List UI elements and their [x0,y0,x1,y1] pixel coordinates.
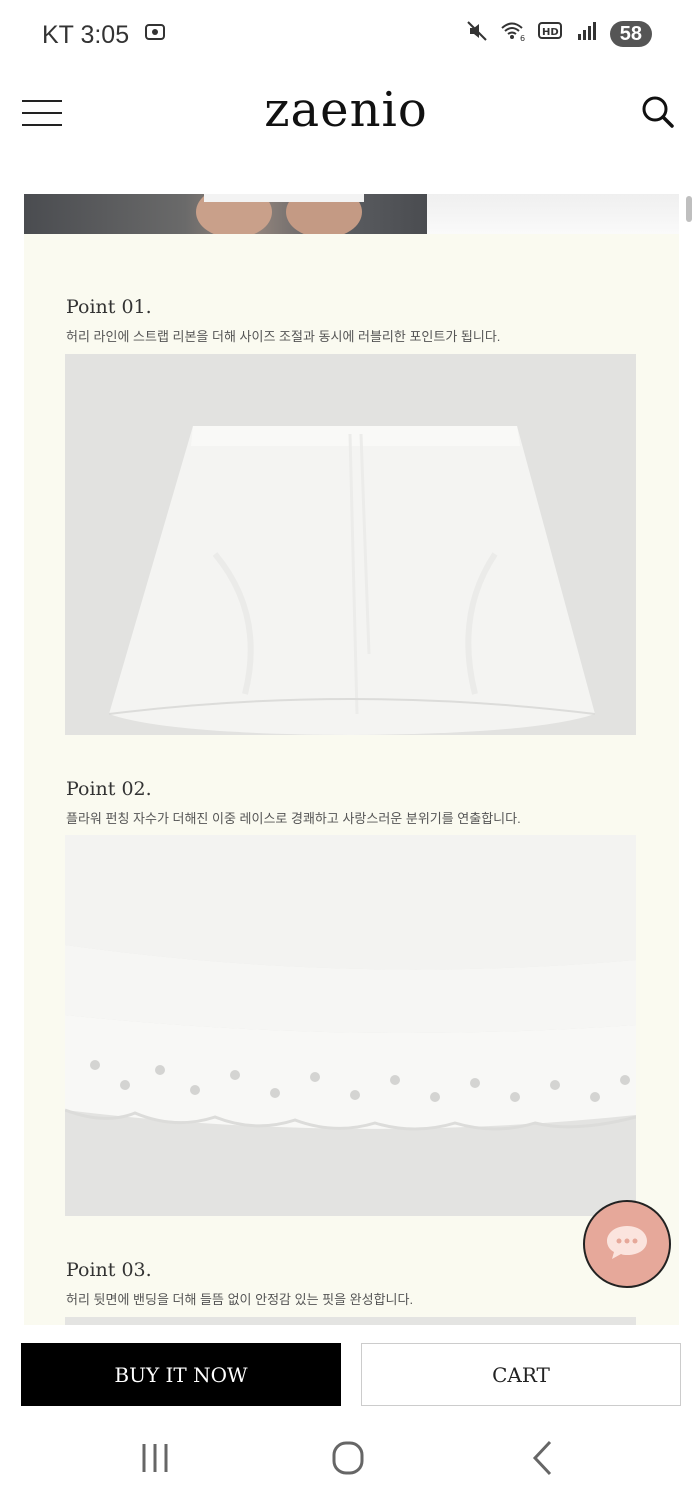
buy-it-now-button[interactable]: BUY IT NOW [21,1343,341,1406]
logo[interactable]: zaenio [0,82,692,138]
chat-button[interactable] [583,1200,671,1288]
purchase-actions: BUY IT NOW CART [0,1325,692,1420]
header: zaenio [0,70,692,180]
wifi-6-icon: 6 [500,20,526,47]
svg-text:6: 6 [520,34,525,42]
status-left: KT 3:05 [42,20,167,51]
product-detail-photo [427,194,679,234]
signal-icon [576,20,598,47]
point-3-image [65,1317,636,1325]
carrier-time: KT 3:05 [42,21,130,49]
scrollbar[interactable] [686,196,692,222]
point-2-image [65,835,636,1216]
hd-icon: HD [537,20,564,47]
product-detail-content[interactable]: Point 01. 허리 라인에 스트랩 리본을 더해 사이즈 조절과 동시에 … [0,190,692,1325]
point-title: Point 03. [66,1259,152,1281]
mute-icon [466,20,488,47]
point-description: 허리 라인에 스트랩 리본을 더해 사이즈 조절과 동시에 러블리한 포인트가 … [66,329,501,344]
point-section-1: Point 01. 허리 라인에 스트랩 리본을 더해 사이즈 조절과 동시에 … [66,296,636,344]
model-photo [24,194,427,234]
point-title: Point 02. [66,778,152,800]
point-section-3: Point 03. 허리 뒷면에 밴딩을 더해 들뜸 없이 안정감 있는 핏을 … [66,1259,636,1307]
status-right: 6 HD 58 [466,20,652,47]
point-title: Point 01. [66,296,152,318]
system-navigation-bar [0,1420,692,1500]
search-icon[interactable] [638,92,678,132]
point-section-2: Point 02. 플라워 펀칭 자수가 더해진 이중 레이스로 경쾌하고 사랑… [66,778,636,826]
screenshot-icon [143,20,167,51]
back-icon[interactable] [518,1438,568,1478]
cart-button[interactable]: CART [361,1343,681,1406]
svg-text:HD: HD [542,27,559,38]
point-description: 허리 뒷면에 밴딩을 더해 들뜸 없이 안정감 있는 핏을 완성합니다. [66,1292,414,1307]
points-panel: Point 01. 허리 라인에 스트랩 리본을 더해 사이즈 조절과 동시에 … [24,234,679,1325]
status-bar: KT 3:05 6 HD 58 [0,0,692,70]
recent-apps-icon[interactable] [130,1438,180,1478]
home-icon[interactable] [323,1438,373,1478]
chat-bubble-icon [603,1222,651,1267]
point-description: 플라워 펀칭 자수가 더해진 이중 레이스로 경쾌하고 사랑스러운 분위기를 연… [66,811,521,826]
point-1-image [65,354,636,735]
product-photo-strip [24,194,679,234]
battery-icon: 58 [609,20,652,47]
